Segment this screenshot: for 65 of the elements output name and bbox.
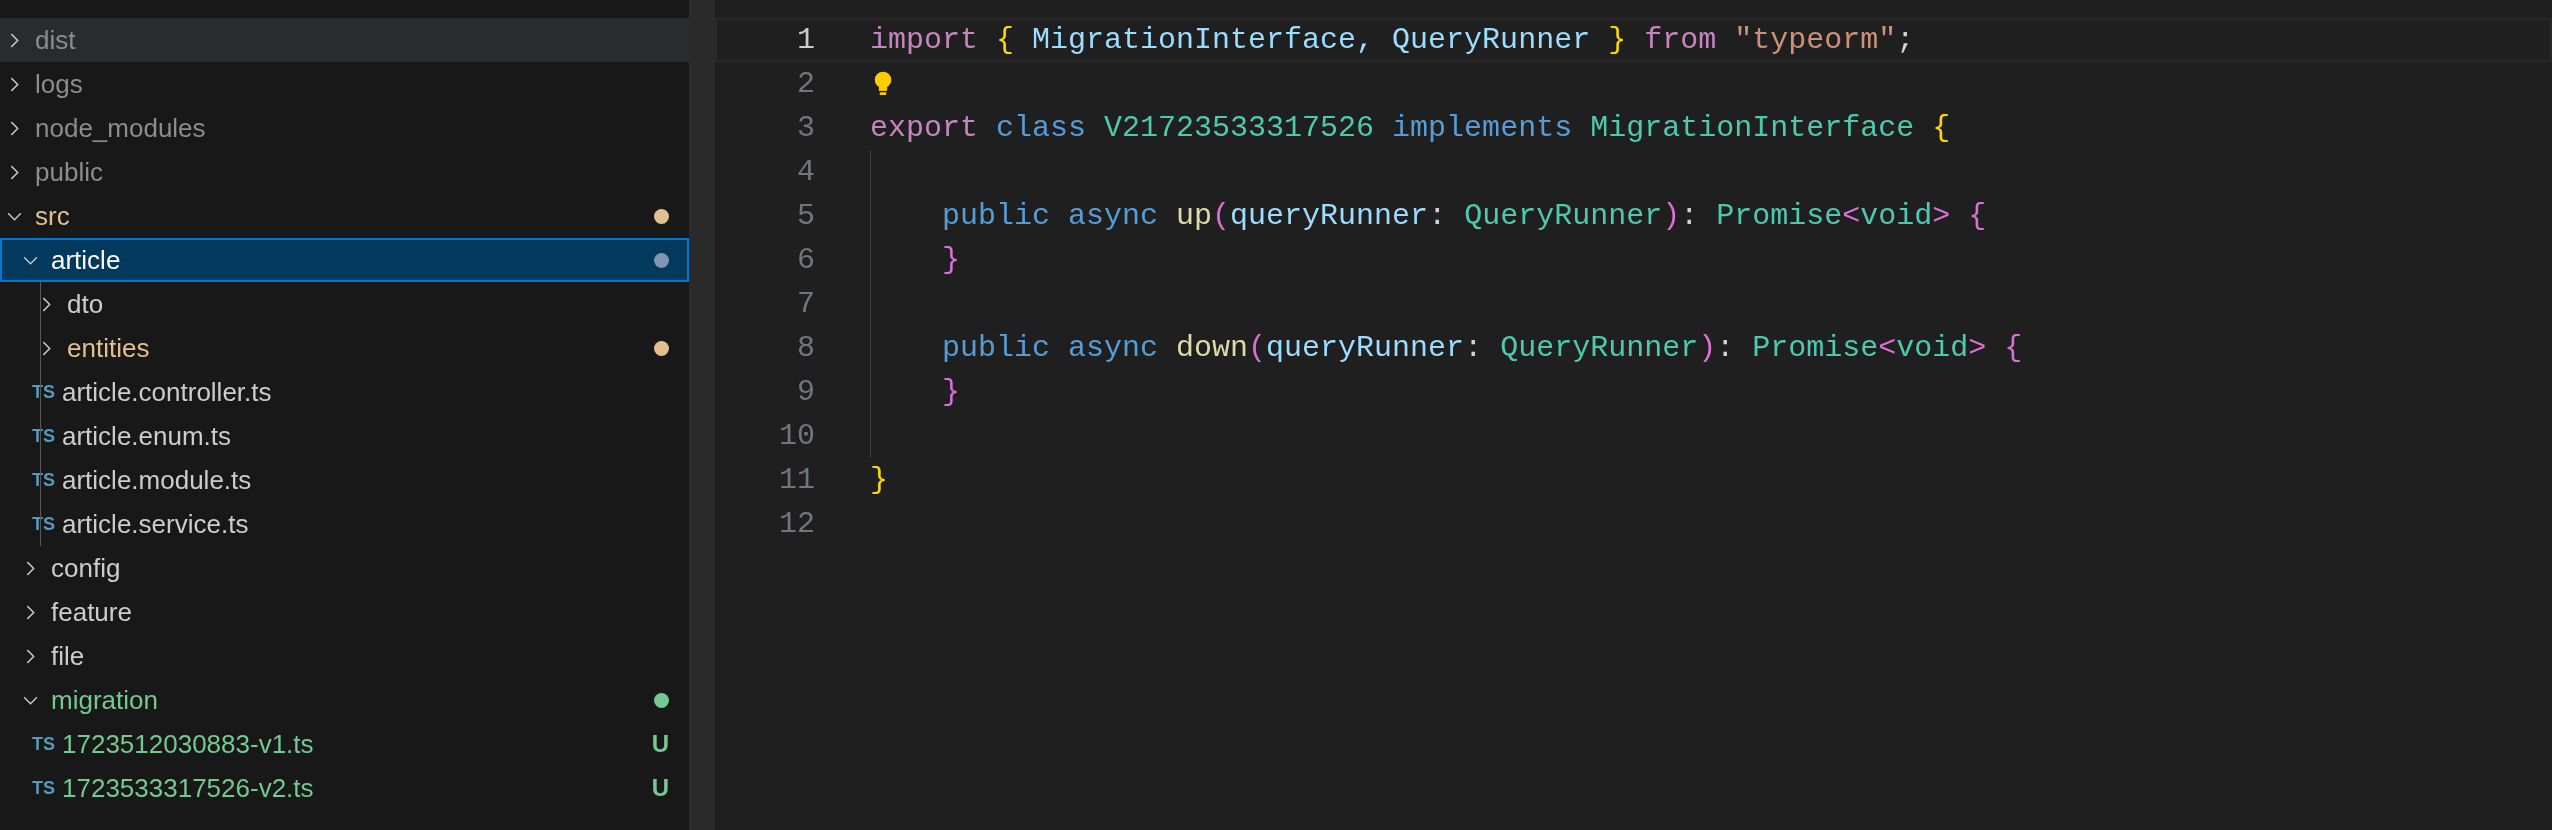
- line-number: 8: [796, 329, 815, 367]
- line-number: 5: [796, 197, 815, 235]
- entry-label: article.enum.ts: [62, 419, 232, 453]
- typescript-icon: TS: [32, 422, 58, 450]
- git-status-letter: U: [651, 773, 669, 803]
- typescript-icon: TS: [32, 466, 58, 494]
- entry-label: migration: [51, 683, 158, 717]
- entry-label: article.module.ts: [62, 463, 252, 497]
- folder-entry[interactable]: config: [0, 546, 689, 590]
- line-number: 1: [796, 21, 815, 59]
- typescript-icon: TS: [32, 774, 58, 802]
- line-number: 10: [778, 417, 815, 455]
- entry-label: public: [35, 155, 103, 189]
- entry-label: 1723512030883-v1.ts: [62, 727, 314, 761]
- entry-label: article.controller.ts: [62, 375, 272, 409]
- entry-label: dist: [35, 23, 76, 57]
- entry-label: node_modules: [35, 111, 206, 145]
- folder-entry[interactable]: node_modules: [0, 106, 689, 150]
- entry-label: 1723533317526-v2.ts: [62, 771, 314, 805]
- folder-entry[interactable]: article: [0, 238, 689, 282]
- source-entry[interactable]: TS 1723512030883-v1.ts U: [0, 722, 689, 766]
- line-number: 3: [796, 109, 815, 147]
- entry-label: logs: [35, 67, 83, 101]
- line-number: 4: [796, 153, 815, 191]
- folder-entry[interactable]: dto: [0, 282, 689, 326]
- folder-entry[interactable]: logs: [0, 62, 689, 106]
- code-line: import { MigrationInterface, QueryRunner } from "typeorm";: [870, 21, 1915, 59]
- folder-entry[interactable]: dist: [0, 18, 689, 62]
- code-line: export class V21723533317526 implements MigrationInterface {: [870, 109, 1951, 147]
- folder-entry[interactable]: public: [0, 150, 689, 194]
- entry-label: config: [51, 551, 121, 585]
- folder-entry[interactable]: file: [0, 634, 689, 678]
- source-entry[interactable]: TS article.controller.ts: [0, 370, 689, 414]
- scrollbar[interactable]: [689, 0, 715, 830]
- source-entry[interactable]: TS article.service.ts: [0, 502, 689, 546]
- code-line: }: [941, 241, 960, 279]
- entry-label: dto: [67, 287, 104, 321]
- entry-label: src: [35, 199, 70, 233]
- entry-label: article.service.ts: [62, 507, 249, 541]
- lightbulb-icon[interactable]: [872, 70, 894, 98]
- entry-label: file: [51, 639, 85, 673]
- line-number: 11: [778, 461, 815, 499]
- source-entry[interactable]: TS article.module.ts: [0, 458, 689, 502]
- source-entry[interactable]: TS 1723533317526-v2.ts U: [0, 766, 689, 810]
- folder-entry[interactable]: src: [0, 194, 689, 238]
- line-number: 2: [796, 65, 815, 103]
- folder-entry[interactable]: entities: [0, 326, 689, 370]
- line-number: 12: [778, 505, 815, 543]
- entry-label: entities: [67, 331, 150, 365]
- entry-label: article: [51, 243, 121, 277]
- folder-entry[interactable]: migration: [0, 678, 689, 722]
- code-line: public async up(queryRunner: QueryRunner): Promise<void> {: [941, 197, 1987, 235]
- typescript-icon: TS: [32, 510, 58, 538]
- typescript-icon: TS: [32, 378, 58, 406]
- source-entry[interactable]: TS article.enum.ts: [0, 414, 689, 458]
- code-line: }: [941, 373, 960, 411]
- entry-label: feature: [51, 595, 132, 629]
- code-line: public async down(queryRunner: QueryRunner): Promise<void> {: [941, 329, 2023, 367]
- line-number: 7: [796, 285, 815, 323]
- typescript-icon: TS: [32, 730, 58, 758]
- folder-entry[interactable]: feature: [0, 590, 689, 634]
- line-number: 9: [796, 373, 815, 411]
- line-number: 6: [796, 241, 815, 279]
- git-status-letter: U: [651, 729, 669, 759]
- code-line: }: [870, 461, 888, 499]
